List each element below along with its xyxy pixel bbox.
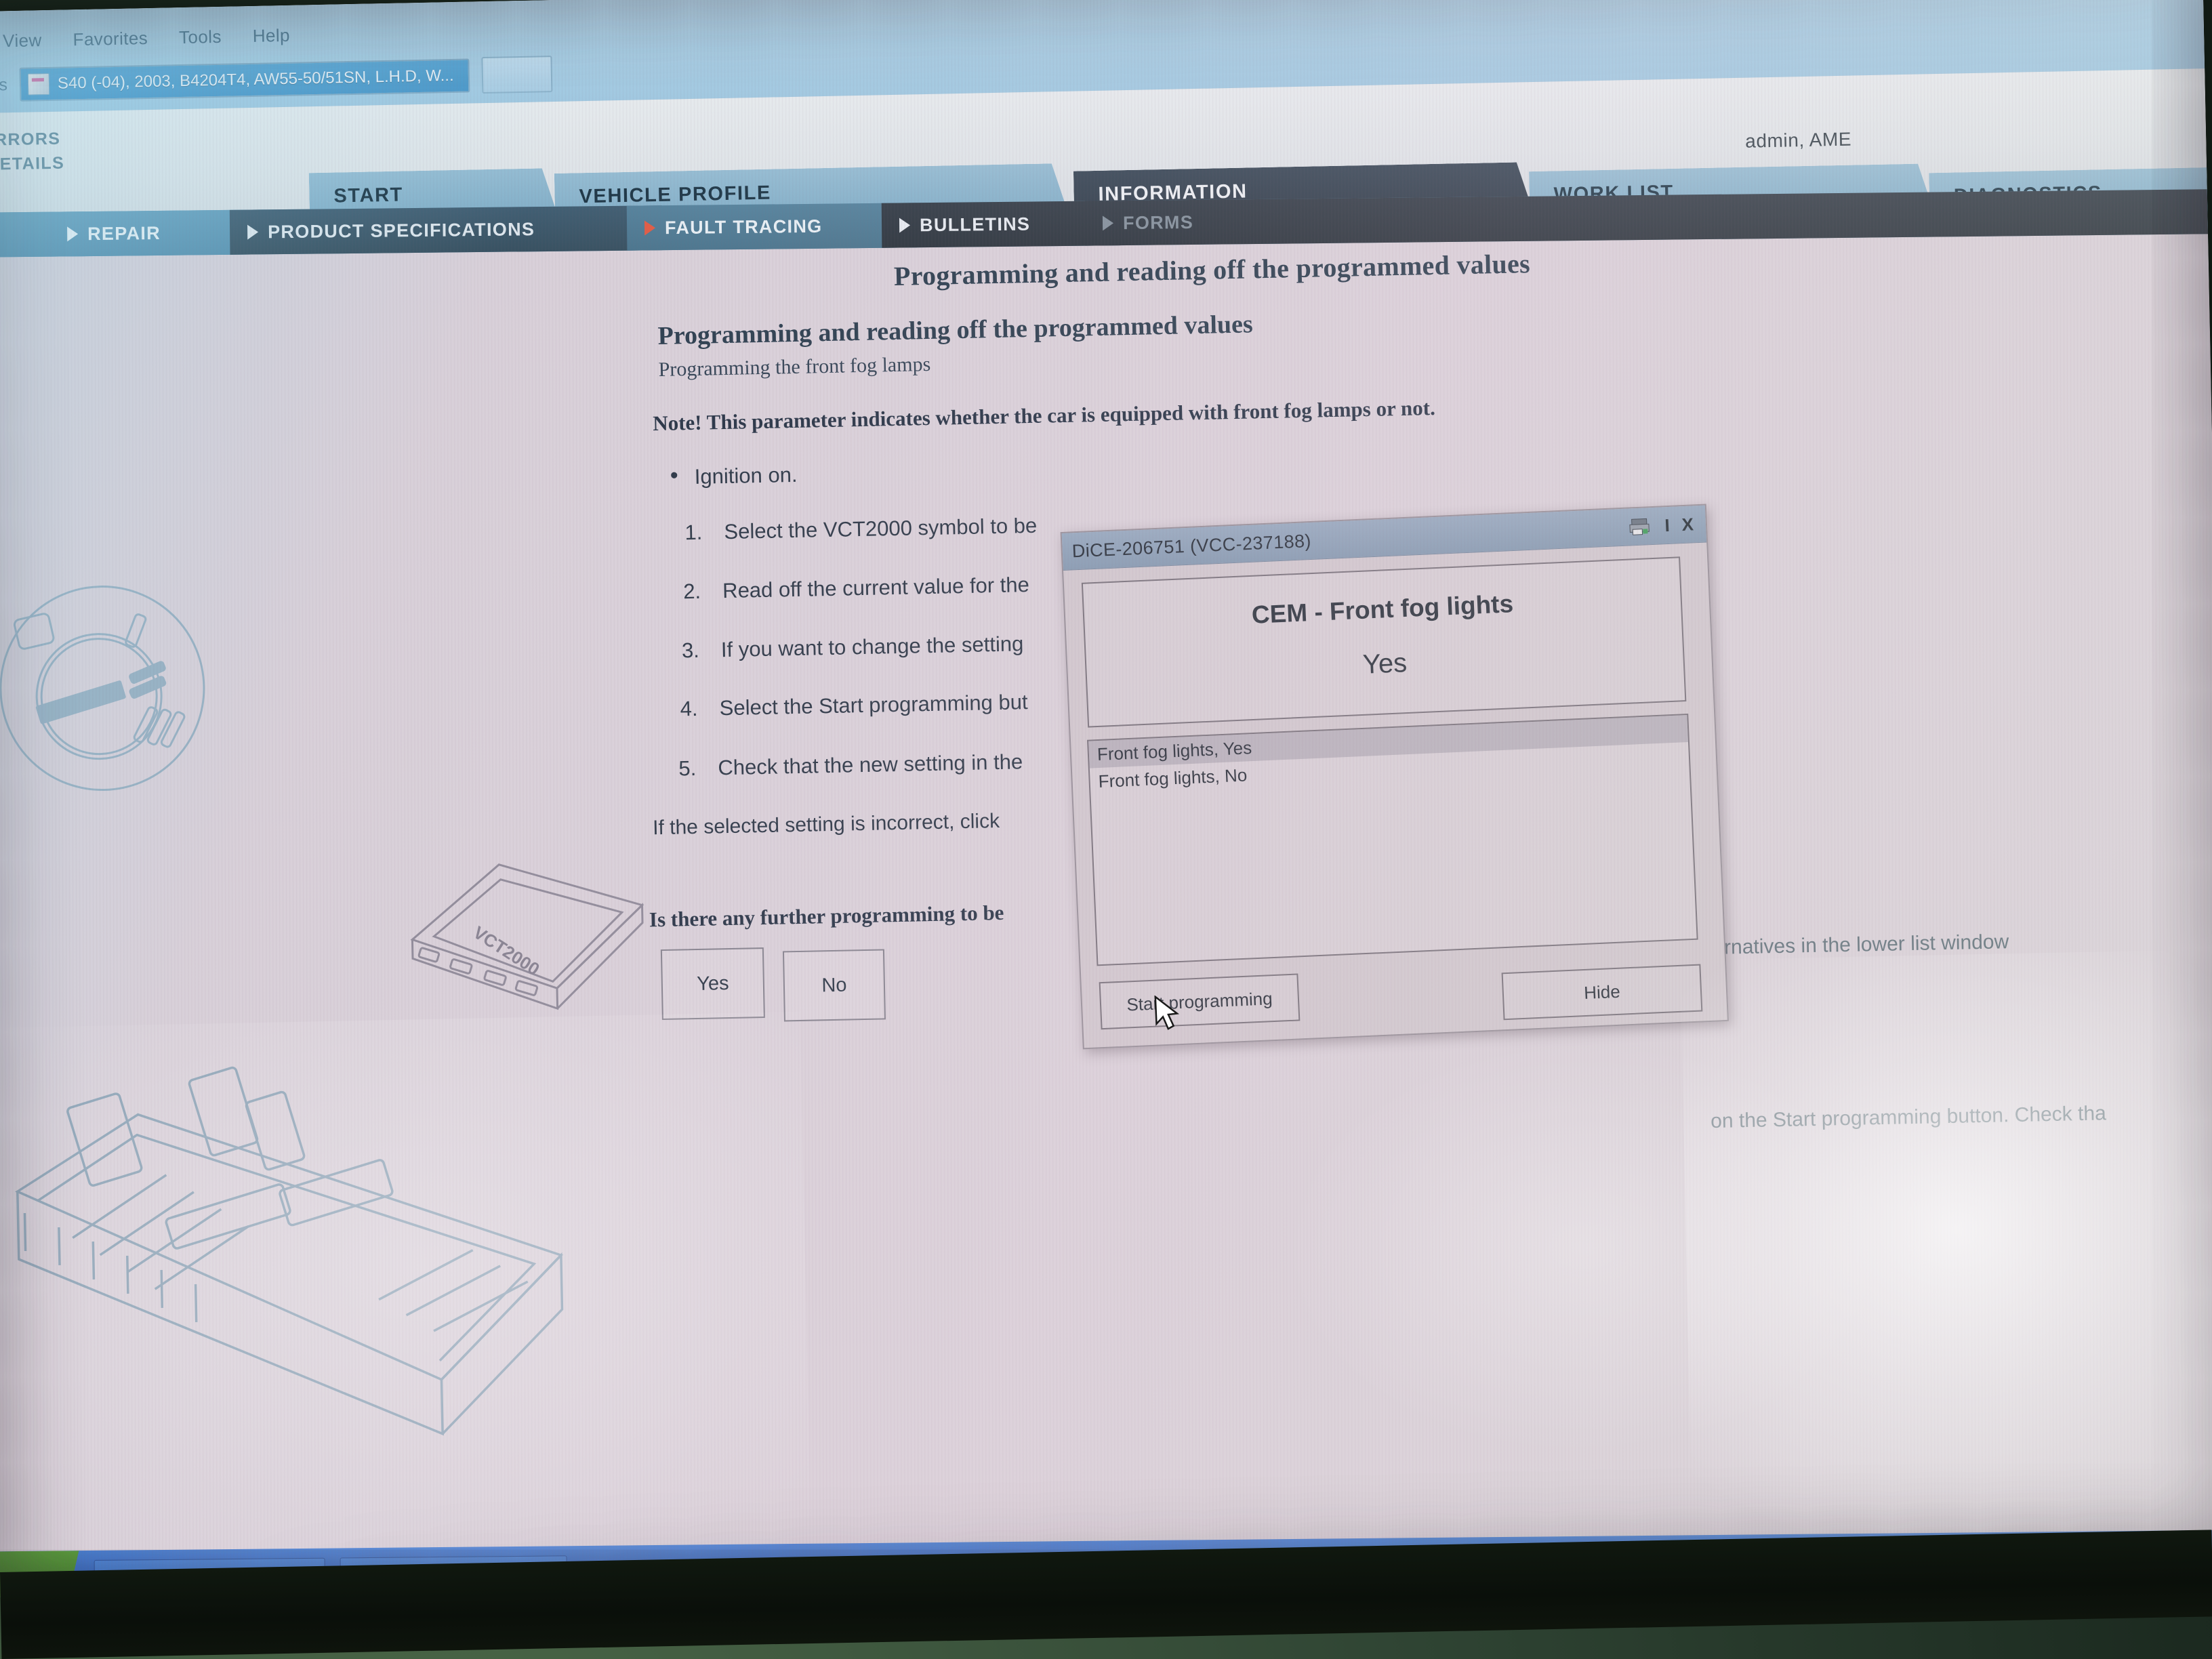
list-item: 5. Check that the new setting in the: [678, 750, 1023, 781]
dice-programming-dialog: DiCE-206751 (VCC-237188) I X CEM - Front…: [1060, 504, 1729, 1050]
monitor-screen: Edit View Favorites Tools Help Address S…: [0, 0, 2212, 1597]
step-number: 2.: [682, 579, 701, 604]
step-text: Select the VCT2000 symbol to be: [724, 513, 1038, 544]
chevron-right-icon: [247, 224, 259, 240]
step-number: 4.: [680, 696, 698, 721]
occluded-text-fragment-2: on the Start programming button. Check t…: [1710, 1102, 2107, 1133]
parameter-value: Yes: [1361, 648, 1408, 680]
paragraph-incorrect-setting: If the selected setting is incorrect, cl…: [652, 810, 1000, 840]
close-icon[interactable]: X: [1681, 514, 1694, 535]
go-button[interactable]: [481, 56, 553, 94]
hide-button[interactable]: Hide: [1501, 964, 1703, 1021]
subnav-label: BULLETINS: [919, 213, 1031, 235]
page-icon: [27, 73, 50, 96]
cem-control-module-illustration: [15, 1066, 564, 1436]
subnav-item-product-specifications[interactable]: PRODUCT SPECIFICATIONS: [229, 205, 663, 255]
browser-menubar[interactable]: Edit View Favorites Tools Help: [0, 22, 290, 56]
link-help[interactable]: P: [0, 175, 65, 202]
chevron-right-icon: [67, 226, 79, 242]
alternatives-list[interactable]: Front fog lights, Yes Front fog lights, …: [1086, 713, 1698, 966]
subnav-label: PRODUCT SPECIFICATIONS: [267, 218, 535, 242]
screen-content: Edit View Favorites Tools Help Address S…: [0, 0, 2212, 1597]
start-programming-button[interactable]: Start programming: [1099, 973, 1300, 1030]
menu-item-help[interactable]: Help: [252, 24, 290, 46]
dialog-title: DiCE-206751 (VCC-237188): [1071, 530, 1312, 561]
monitor-photo: Edit View Favorites Tools Help Address S…: [0, 0, 2212, 1659]
parameter-display-box: CEM - Front fog lights Yes: [1081, 556, 1687, 728]
dialog-titlebar-buttons: I X: [1629, 514, 1697, 537]
list-item: 4. Select the Start programming but: [680, 690, 1028, 721]
user-label: admin, AME: [1744, 128, 1852, 152]
prerequisite-bullet: Ignition on.: [694, 463, 797, 489]
note-text: Note! This parameter indicates whether t…: [652, 395, 1436, 436]
step-text: If you want to change the setting: [720, 632, 1024, 662]
list-item: 2. Read off the current value for the: [683, 573, 1029, 604]
chevron-right-icon: [644, 220, 656, 236]
mouse-cursor: [1154, 995, 1180, 1030]
chevron-right-icon: [899, 218, 911, 233]
subnav-item-fault-tracing[interactable]: FAULT TRACING: [626, 203, 918, 251]
section-subheading: Programming the front fog lamps: [658, 352, 931, 381]
subnav-label: REPAIR: [87, 222, 161, 244]
subnav-label: FAULT TRACING: [664, 216, 823, 238]
header-left-links[interactable]: ORT ERRORS ICLE DETAILS P: [0, 127, 65, 203]
step-number: 3.: [681, 638, 700, 663]
no-button[interactable]: No: [782, 949, 886, 1022]
subnav-label: FORMS: [1122, 211, 1194, 233]
menu-item-tools[interactable]: Tools: [179, 26, 222, 47]
address-label: Address: [0, 75, 8, 96]
step-text: Select the Start programming but: [719, 690, 1028, 720]
link-vehicle-details[interactable]: ICLE DETAILS: [0, 151, 65, 178]
step-number: 5.: [678, 756, 697, 781]
vct2000-device-illustration: VCT2000: [410, 863, 644, 1010]
occluded-text-fragment-1: ternatives in the lower list window: [1706, 930, 2009, 960]
parameter-name: CEM - Front fog lights: [1251, 590, 1514, 629]
list-item: 1. Select the VCT2000 symbol to be: [684, 514, 1037, 545]
address-input[interactable]: S40 (-04), 2003, B4204T4, AW55-50/51SN, …: [19, 58, 470, 102]
section-heading: Programming and reading off the programm…: [657, 310, 1254, 350]
menu-item-favorites[interactable]: Favorites: [73, 27, 148, 49]
link-report-errors[interactable]: ORT ERRORS: [0, 127, 64, 154]
step-text: Check that the new setting in the: [718, 750, 1023, 780]
page-title: Programming and reading off the programm…: [893, 248, 1531, 291]
info-icon[interactable]: I: [1664, 514, 1671, 535]
ignition-switch-dial-illustration: [0, 586, 205, 792]
print-icon[interactable]: [1629, 516, 1653, 536]
address-value: S40 (-04), 2003, B4204T4, AW55-50/51SN, …: [57, 66, 454, 93]
chevron-right-icon: [1102, 216, 1114, 231]
address-bar-row: Address S40 (-04), 2003, B4204T4, AW55-5…: [0, 56, 553, 104]
menu-item-view[interactable]: View: [3, 30, 42, 52]
step-text: Read off the current value for the: [722, 573, 1030, 603]
list-item: 3. If you want to change the setting: [682, 632, 1024, 663]
yes-button[interactable]: Yes: [660, 947, 765, 1021]
paragraph-further-programming: Is there any further programming to be: [649, 900, 1004, 932]
step-number: 1.: [684, 520, 703, 545]
